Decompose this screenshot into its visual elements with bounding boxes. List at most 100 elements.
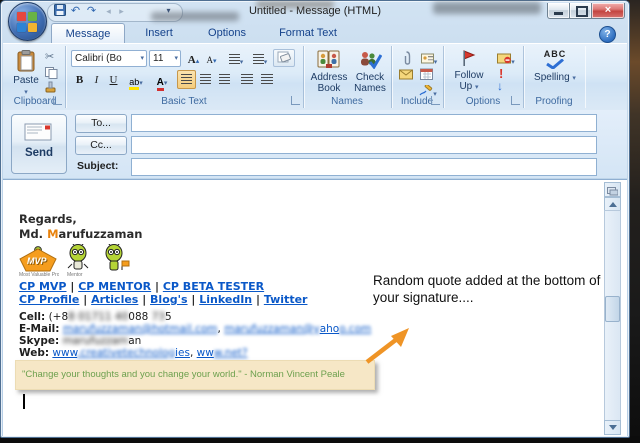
- clipboard-dialog-launcher[interactable]: [53, 96, 62, 105]
- link-separator: |: [138, 293, 150, 306]
- skype-part-redacted: marufuzzam: [63, 335, 129, 347]
- address-book-button[interactable]: Address Book: [307, 48, 351, 96]
- help-button[interactable]: ?: [599, 26, 616, 43]
- link-linkedin[interactable]: LinkedIn: [199, 293, 252, 306]
- signature-quote-text: "Change your thoughts and you change you…: [16, 361, 374, 388]
- decrease-indent-icon: [241, 74, 253, 84]
- italic-button[interactable]: I: [88, 71, 105, 89]
- web-link[interactable]: ww: [197, 347, 214, 359]
- email-link-redacted[interactable]: marufuzzaman@y: [224, 323, 319, 335]
- tab-insert[interactable]: Insert: [129, 23, 189, 43]
- tab-format-text[interactable]: Format Text: [265, 23, 351, 43]
- cc-button[interactable]: Cc...: [75, 136, 127, 155]
- shrink-font-button[interactable]: A▾: [202, 49, 221, 67]
- web-link[interactable]: www: [52, 347, 77, 359]
- contact-cell-line: Cell: (+88 01711 40088 735: [19, 311, 172, 323]
- send-label: Send: [12, 147, 66, 159]
- web-link[interactable]: ies: [175, 347, 190, 359]
- names-group-label: Names: [303, 96, 391, 107]
- align-center-button[interactable]: [196, 70, 215, 89]
- basic-text-dialog-launcher[interactable]: [291, 96, 300, 105]
- email-part-visible[interactable]: aho: [320, 323, 340, 335]
- follow-up-label-1: Follow: [450, 70, 488, 81]
- options-dialog-launcher[interactable]: [511, 96, 520, 105]
- text-highlight-button[interactable]: ab▾: [123, 71, 149, 89]
- link-cp-beta-tester[interactable]: CP BETA TESTER: [163, 280, 264, 293]
- tab-message[interactable]: Message: [51, 23, 125, 44]
- attach-item-button[interactable]: [397, 66, 415, 83]
- business-card-button[interactable]: ▾: [417, 50, 441, 67]
- shrink-arrow-icon: ▾: [213, 58, 217, 65]
- link-separator: |: [67, 280, 79, 293]
- signature-quote-box: "Change your thoughts and you change you…: [15, 360, 375, 390]
- font-name-combo[interactable]: Calibri (Bo ▾: [71, 50, 147, 67]
- office-button[interactable]: [8, 2, 47, 41]
- scroll-up-icon: [609, 202, 617, 207]
- align-left-button[interactable]: [177, 70, 196, 89]
- numbering-button[interactable]: ▾: [247, 50, 271, 67]
- ribbon-group-basic-text: Calibri (Bo ▾ 11 ▾ A▴ A▾ ▾ ▾: [65, 46, 304, 108]
- to-input[interactable]: [131, 114, 597, 132]
- subject-input[interactable]: [131, 158, 597, 176]
- cut-button[interactable]: ✂: [45, 50, 54, 63]
- send-button[interactable]: Send: [11, 114, 67, 174]
- grow-font-button[interactable]: A▴: [184, 49, 203, 67]
- mvp-badge: MVP Most Valuable Pro: [19, 246, 59, 280]
- calendar-button[interactable]: [417, 66, 435, 83]
- minimize-button[interactable]: [547, 3, 570, 19]
- ruler-toggle-icon: [607, 187, 618, 196]
- numbering-dropdown-icon: ▾: [264, 59, 268, 66]
- proofing-group-label: Proofing: [523, 96, 585, 107]
- signature-regards: Regards,: [19, 212, 77, 226]
- link-blogs[interactable]: Blog's: [150, 293, 188, 306]
- link-twitter[interactable]: Twitter: [264, 293, 308, 306]
- decrease-indent-button[interactable]: [237, 70, 257, 89]
- web-link-redacted[interactable]: .creativetechnolog: [77, 347, 175, 359]
- clear-formatting-button[interactable]: [273, 49, 295, 67]
- mentor-badge-caption: Mentor: [67, 272, 83, 278]
- low-importance-button[interactable]: ↓: [497, 79, 503, 93]
- link-cp-mvp[interactable]: CP MVP: [19, 280, 67, 293]
- follow-up-button[interactable]: Follow Up ▾: [449, 48, 489, 96]
- name-prefix: Md.: [19, 227, 47, 241]
- link-cp-profile[interactable]: CP Profile: [19, 293, 79, 306]
- permission-button[interactable]: ▾: [491, 50, 521, 67]
- cell-label: Cell:: [19, 311, 45, 323]
- spelling-button[interactable]: ABC Spelling ▾: [529, 48, 581, 96]
- mentor-badge-icon: [65, 244, 91, 272]
- paste-button[interactable]: Paste ▾: [9, 48, 43, 96]
- email-link-redacted[interactable]: marufuzzaman@hotmail.com: [63, 323, 218, 335]
- message-body[interactable]: Regards, Md. Marufuzzaman MVP Most Valua…: [3, 179, 627, 436]
- ribbon-group-options: Follow Up ▾ ▾ ! ↓ Options: [443, 46, 524, 108]
- underline-button[interactable]: U: [105, 71, 122, 89]
- attach-file-button[interactable]: [397, 50, 415, 67]
- link-articles[interactable]: Articles: [91, 293, 138, 306]
- increase-indent-button[interactable]: [257, 70, 277, 89]
- include-dialog-launcher[interactable]: [431, 96, 440, 105]
- link-cp-mentor[interactable]: CP MENTOR: [78, 280, 151, 293]
- bold-button[interactable]: B: [71, 71, 88, 89]
- align-right-button[interactable]: [215, 70, 234, 89]
- paste-label: Paste: [10, 75, 42, 86]
- cc-input[interactable]: [131, 136, 597, 154]
- web-link-redacted[interactable]: w.net?: [214, 347, 248, 359]
- font-size-combo[interactable]: 11 ▾: [149, 50, 181, 67]
- ribbon-group-include: ▾ ▾ Include: [391, 46, 444, 108]
- spelling-dropdown-icon: ▾: [572, 75, 576, 82]
- font-color-button[interactable]: A▾: [149, 71, 175, 89]
- check-names-button[interactable]: Check Names: [349, 48, 391, 96]
- maximize-button[interactable]: [569, 3, 592, 19]
- cell-part-redacted: 8 01711 40: [68, 311, 128, 323]
- redacted-smudge: [256, 1, 334, 8]
- close-button[interactable]: ×: [591, 3, 625, 19]
- ruler-toggle-button[interactable]: [604, 182, 621, 197]
- web-label: Web:: [19, 347, 49, 359]
- bullets-button[interactable]: ▾: [223, 50, 247, 67]
- scrollbar-thumb[interactable]: [605, 296, 620, 322]
- scrollbar-down-button[interactable]: [604, 420, 621, 435]
- check-names-label-1: Check: [350, 72, 390, 83]
- to-button[interactable]: To...: [75, 114, 127, 133]
- permission-icon: [497, 53, 511, 64]
- tab-options[interactable]: Options: [195, 23, 259, 43]
- contact-email-line: E-Mail: marufuzzaman@hotmail.com, marufu…: [19, 323, 371, 335]
